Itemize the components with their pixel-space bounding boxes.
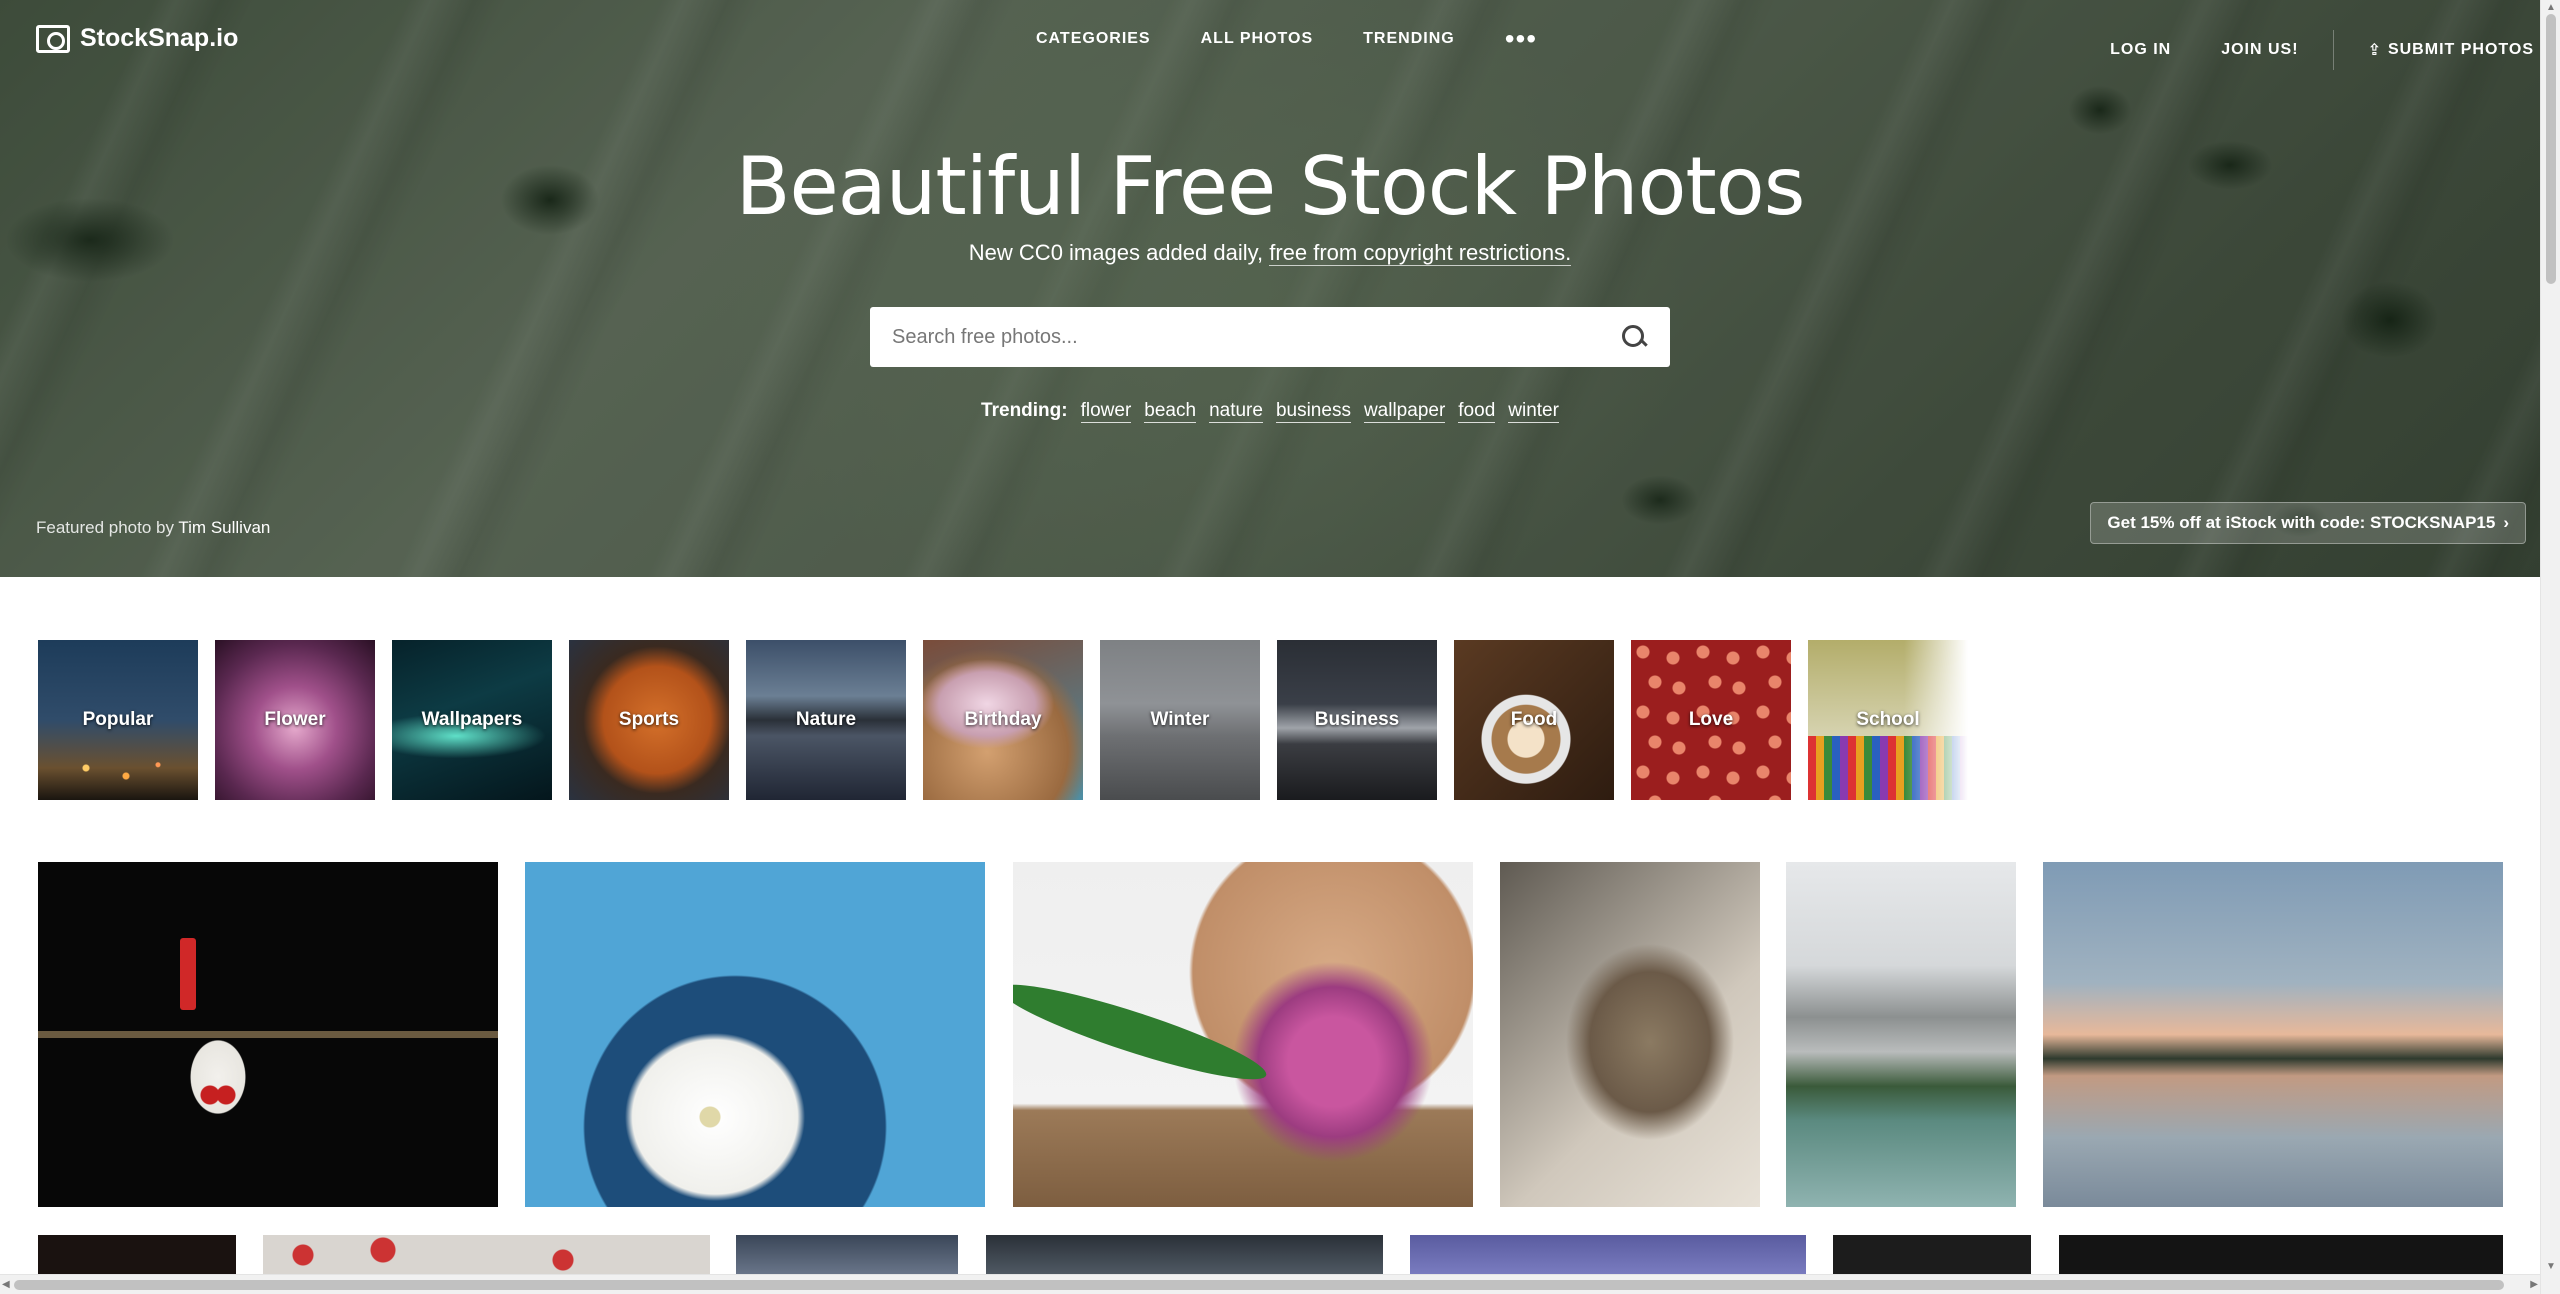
vertical-scrollbar[interactable]: ▲ ▼ [2540, 0, 2560, 1294]
nav-trending[interactable]: TRENDING [1363, 30, 1455, 48]
photo-tile[interactable] [1500, 862, 1760, 1207]
account-nav: LOG IN JOIN US! ⇪ SUBMIT PHOTOS [2060, 30, 2534, 70]
photo-tile[interactable] [2043, 862, 2503, 1207]
logo-text: StockSnap.io [80, 24, 239, 52]
category-popular[interactable]: Popular [38, 640, 198, 800]
category-flower[interactable]: Flower [215, 640, 375, 800]
submit-photos-button[interactable]: ⇪ SUBMIT PHOTOS [2368, 40, 2534, 60]
category-sports[interactable]: Sports [569, 640, 729, 800]
hero-banner: StockSnap.io CATEGORIES ALL PHOTOS TREND… [0, 0, 2540, 577]
photo-tile[interactable] [1013, 862, 1473, 1207]
photo-tile[interactable] [986, 1235, 1383, 1275]
category-nature[interactable]: Nature [746, 640, 906, 800]
category-strip: Popular Flower Wallpapers Sports Nature … [38, 640, 1968, 800]
nav-divider [2332, 30, 2334, 70]
category-birthday[interactable]: Birthday [923, 640, 1083, 800]
photo-tile[interactable] [1833, 1235, 2031, 1275]
photo-tile[interactable] [736, 1235, 958, 1275]
promo-label: Get 15% off at iStock with code: STOCKSN… [2107, 513, 2496, 532]
category-winter[interactable]: Winter [1100, 640, 1260, 800]
trending-tag-wallpaper[interactable]: wallpaper [1363, 400, 1446, 423]
leaf-shape [1013, 969, 1273, 1095]
join-link[interactable]: JOIN US! [2221, 41, 2298, 59]
main-nav: CATEGORIES ALL PHOTOS TRENDING ••• [1036, 25, 1537, 53]
photo-tile[interactable] [38, 1235, 236, 1275]
category-business[interactable]: Business [1277, 640, 1437, 800]
search-input[interactable] [892, 325, 1620, 349]
credit-author-link[interactable]: Tim Sullivan [178, 518, 270, 537]
photo-tile[interactable] [2059, 1235, 2503, 1275]
trending-tag-business[interactable]: business [1275, 400, 1351, 423]
trending-tag-beach[interactable]: beach [1144, 400, 1197, 423]
subtitle-text: New CC0 images added daily, [968, 240, 1264, 265]
istock-promo-button[interactable]: Get 15% off at iStock with code: STOCKSN… [2090, 502, 2526, 544]
trending-tag-food[interactable]: food [1458, 400, 1496, 423]
trending-tag-flower[interactable]: flower [1080, 400, 1132, 423]
horizontal-scroll-thumb[interactable] [14, 1280, 2504, 1290]
search-icon[interactable] [1620, 323, 1648, 351]
more-dots-icon[interactable]: ••• [1505, 25, 1537, 53]
chevron-right-icon: › [2503, 513, 2509, 532]
trending-label: Trending: [981, 400, 1068, 421]
page-title: Beautiful Free Stock Photos [735, 140, 1806, 233]
hearts-shape [198, 1080, 238, 1110]
search-bar [870, 307, 1670, 367]
trending-tag-winter[interactable]: winter [1508, 400, 1559, 423]
vertical-scroll-thumb[interactable] [2546, 14, 2556, 284]
photo-tile[interactable] [1410, 1235, 1806, 1275]
submit-photos-label: SUBMIT PHOTOS [2387, 41, 2534, 58]
category-love[interactable]: Love [1631, 640, 1791, 800]
scroll-down-icon[interactable]: ▼ [2546, 1261, 2556, 1272]
category-food[interactable]: Food [1454, 640, 1614, 800]
horizontal-scrollbar[interactable]: ◀ ▶ [0, 1274, 2540, 1294]
trending-tags: Trending: flower beach nature business w… [0, 400, 2540, 423]
credit-prefix: Featured photo by [36, 518, 174, 537]
trending-tag-nature[interactable]: nature [1209, 400, 1263, 423]
category-school[interactable]: School [1808, 640, 1968, 800]
scroll-right-icon[interactable]: ▶ [2530, 1279, 2538, 1290]
clothespin-shape [180, 938, 196, 1010]
scroll-up-icon[interactable]: ▲ [2546, 2, 2556, 13]
logo[interactable]: StockSnap.io [36, 24, 238, 53]
scroll-left-icon[interactable]: ◀ [2, 1279, 10, 1290]
upload-icon: ⇪ [2367, 42, 2382, 59]
hero-subtitle: New CC0 images added daily, free from co… [0, 240, 2540, 266]
nav-categories[interactable]: CATEGORIES [1036, 30, 1151, 48]
photo-tile[interactable] [1786, 862, 2016, 1207]
copyright-link[interactable]: free from copyright restrictions. [1269, 240, 1572, 266]
login-link[interactable]: LOG IN [2110, 41, 2171, 59]
camera-icon [36, 24, 70, 53]
photo-tile[interactable] [263, 1235, 710, 1275]
nav-all-photos[interactable]: ALL PHOTOS [1201, 30, 1314, 48]
photo-credit: Featured photo by Tim Sullivan [36, 518, 270, 538]
photo-tile[interactable] [525, 862, 985, 1207]
photo-tile[interactable] [38, 862, 498, 1207]
category-wallpapers[interactable]: Wallpapers [392, 640, 552, 800]
